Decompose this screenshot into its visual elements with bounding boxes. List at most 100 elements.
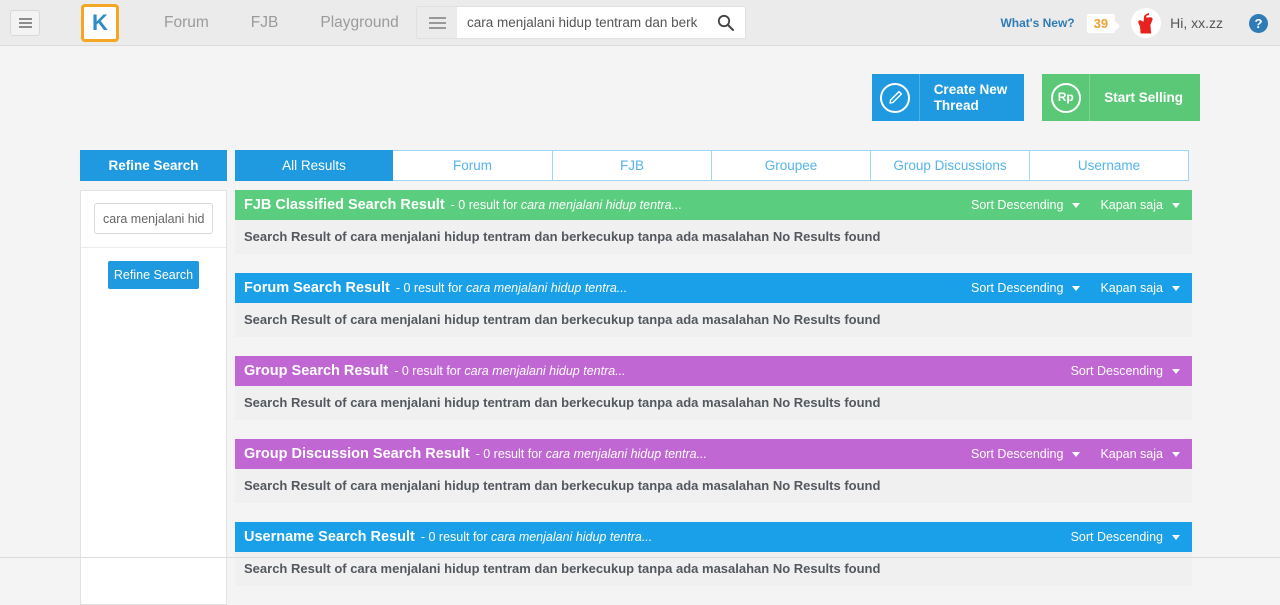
result-body-text: Search Result of cara menjalani hidup te…: [235, 220, 1192, 254]
result-block: Group Search Result - 0 result for cara …: [235, 356, 1192, 420]
tab-group-discussions[interactable]: Group Discussions: [871, 150, 1030, 181]
result-meta: - 0 result for cara menjalani hidup tent…: [396, 281, 627, 295]
time-filter-dropdown[interactable]: Kapan saja: [1100, 447, 1180, 461]
search-category-hamburger-icon[interactable]: [417, 7, 457, 38]
nav-item-forum[interactable]: Forum: [143, 14, 230, 32]
content-body: Refine Search FJB Classified Search Resu…: [80, 190, 1192, 605]
tab-username[interactable]: Username: [1030, 150, 1189, 181]
top-header: K Forum FJB Playground What's New? 39 Hi…: [0, 0, 1280, 46]
divider: [81, 247, 226, 248]
main-menu-hamburger-icon[interactable]: [10, 10, 40, 36]
result-title: Forum Search Result: [244, 280, 390, 296]
result-title: Group Discussion Search Result: [244, 446, 470, 462]
create-thread-line2: Thread: [934, 98, 1008, 114]
result-header-bar: Group Discussion Search Result - 0 resul…: [235, 439, 1192, 469]
time-filter-label: Kapan saja: [1100, 281, 1163, 295]
sort-descending-dropdown[interactable]: Sort Descending: [1071, 530, 1180, 544]
search-bar: [416, 6, 746, 39]
refine-search-input[interactable]: [94, 203, 213, 234]
create-new-thread-button[interactable]: Create New Thread: [872, 74, 1025, 121]
main-nav: Forum FJB Playground: [143, 14, 420, 32]
result-sort-controls: Sort Descending Kapan saja: [951, 281, 1180, 295]
user-greeting[interactable]: Hi, xx.zz: [1170, 15, 1223, 31]
refine-search-button[interactable]: Refine Search: [108, 261, 199, 289]
result-meta: - 0 result for cara menjalani hidup tent…: [394, 364, 625, 378]
sort-descending-dropdown[interactable]: Sort Descending: [971, 447, 1080, 461]
site-logo[interactable]: K: [81, 4, 119, 42]
chevron-down-icon: [1172, 535, 1180, 540]
tab-all-results[interactable]: All Results: [235, 150, 393, 181]
result-block: FJB Classified Search Result - 0 result …: [235, 190, 1192, 254]
result-sort-controls: Sort Descending: [1051, 530, 1180, 544]
tab-fjb[interactable]: FJB: [553, 150, 712, 181]
result-meta-query: cara menjalani hidup tentra...: [464, 364, 625, 378]
whats-new-link[interactable]: What's New?: [1000, 16, 1074, 30]
result-header-bar: Username Search Result - 0 result for ca…: [235, 522, 1192, 552]
result-meta: - 0 result for cara menjalani hidup tent…: [476, 447, 707, 461]
result-meta: - 0 result for cara menjalani hidup tent…: [421, 530, 652, 544]
result-body-text: Search Result of cara menjalani hidup te…: [235, 386, 1192, 420]
result-title: FJB Classified Search Result: [244, 197, 445, 213]
chevron-down-icon: [1172, 452, 1180, 457]
chevron-down-icon: [1072, 203, 1080, 208]
header-right-cluster: What's New? 39 Hi, xx.zz ?: [1000, 0, 1268, 46]
result-title: Username Search Result: [244, 529, 415, 545]
time-filter-label: Kapan saja: [1100, 198, 1163, 212]
search-input[interactable]: [457, 7, 705, 38]
result-meta-query: cara menjalani hidup tentra...: [466, 281, 627, 295]
sort-descending-label: Sort Descending: [1071, 530, 1163, 544]
result-meta-prefix: - 0 result for: [476, 447, 543, 461]
create-new-thread-label: Create New Thread: [920, 82, 1025, 113]
result-meta-query: cara menjalani hidup tentra...: [546, 447, 707, 461]
result-block: Username Search Result - 0 result for ca…: [235, 522, 1192, 586]
main-content: Refine Search All Results Forum FJB Grou…: [80, 150, 1192, 605]
result-sort-controls: Sort Descending Kapan saja: [951, 447, 1180, 461]
pencil-circle-icon: [872, 74, 920, 121]
result-header-bar: Group Search Result - 0 result for cara …: [235, 356, 1192, 386]
sort-descending-label: Sort Descending: [1071, 364, 1163, 378]
nav-item-playground[interactable]: Playground: [299, 14, 419, 32]
notification-count-badge[interactable]: 39: [1087, 14, 1115, 33]
hamburger-icon: [429, 14, 446, 32]
sort-descending-label: Sort Descending: [971, 447, 1063, 461]
sort-descending-dropdown[interactable]: Sort Descending: [971, 281, 1080, 295]
pencil-icon: [888, 90, 903, 105]
result-meta: - 0 result for cara menjalani hidup tent…: [451, 198, 682, 212]
result-header-bar: Forum Search Result - 0 result for cara …: [235, 273, 1192, 303]
tab-groupee[interactable]: Groupee: [712, 150, 871, 181]
tabs-row: Refine Search All Results Forum FJB Grou…: [80, 150, 1192, 181]
result-header-bar: FJB Classified Search Result - 0 result …: [235, 190, 1192, 220]
rupiah-circle-icon: Rp: [1042, 74, 1090, 121]
refine-search-panel: Refine Search: [80, 190, 227, 605]
result-sort-controls: Sort Descending: [1051, 364, 1180, 378]
result-meta-prefix: - 0 result for: [451, 198, 518, 212]
result-sort-controls: Sort Descending Kapan saja: [951, 198, 1180, 212]
create-thread-line1: Create New: [934, 82, 1008, 98]
start-selling-label: Start Selling: [1090, 90, 1200, 106]
chevron-down-icon: [1172, 203, 1180, 208]
result-meta-query: cara menjalani hidup tentra...: [491, 530, 652, 544]
avatar[interactable]: [1131, 8, 1161, 38]
hamburger-icon: [19, 16, 32, 30]
nav-item-fjb[interactable]: FJB: [230, 14, 300, 32]
question-mark-icon[interactable]: ?: [1249, 14, 1268, 33]
search-submit-button[interactable]: [705, 7, 745, 38]
search-results-list: FJB Classified Search Result - 0 result …: [235, 190, 1192, 605]
chevron-down-icon: [1172, 286, 1180, 291]
result-body-text: Search Result of cara menjalani hidup te…: [235, 469, 1192, 503]
action-buttons: Create New Thread Rp Start Selling: [872, 74, 1200, 121]
tab-forum[interactable]: Forum: [393, 150, 553, 181]
result-meta-prefix: - 0 result for: [396, 281, 463, 295]
start-selling-button[interactable]: Rp Start Selling: [1042, 74, 1200, 121]
sort-descending-dropdown[interactable]: Sort Descending: [1071, 364, 1180, 378]
time-filter-dropdown[interactable]: Kapan saja: [1100, 281, 1180, 295]
time-filter-dropdown[interactable]: Kapan saja: [1100, 198, 1180, 212]
refine-search-header[interactable]: Refine Search: [80, 150, 227, 181]
sort-descending-dropdown[interactable]: Sort Descending: [971, 198, 1080, 212]
result-block: Forum Search Result - 0 result for cara …: [235, 273, 1192, 337]
result-title: Group Search Result: [244, 363, 388, 379]
time-filter-label: Kapan saja: [1100, 447, 1163, 461]
chevron-down-icon: [1072, 452, 1080, 457]
start-selling-text: Start Selling: [1104, 90, 1183, 106]
chevron-down-icon: [1072, 286, 1080, 291]
